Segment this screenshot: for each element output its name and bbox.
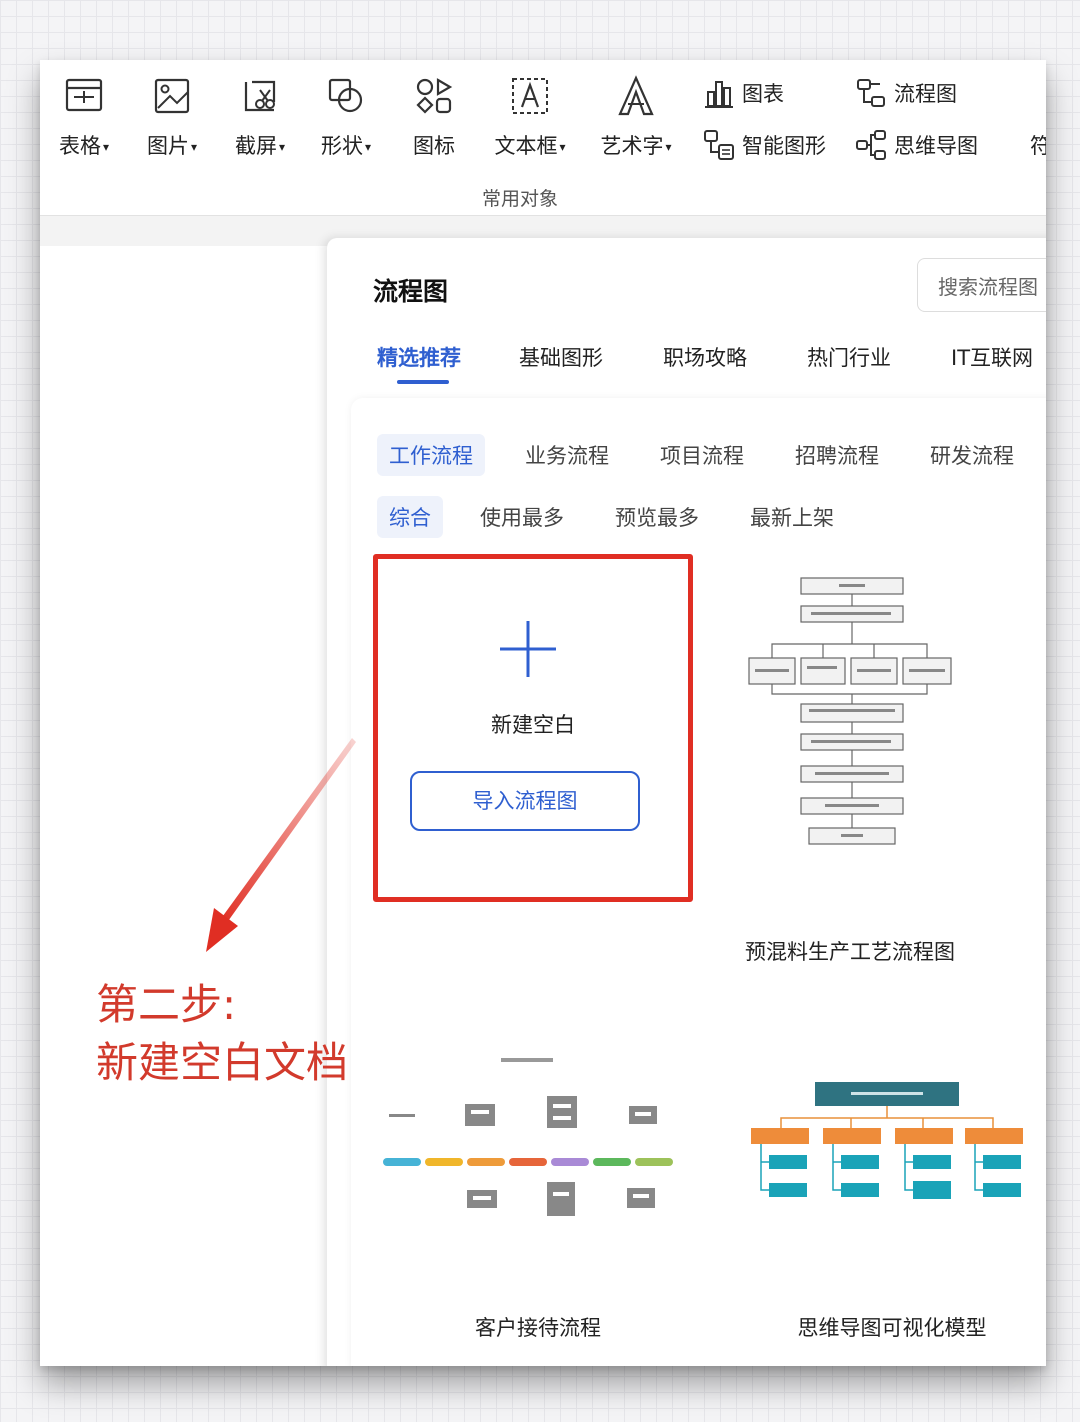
mindmap-button[interactable]: 思维导图 [854,128,978,162]
chevron-down-icon: ▾ [665,140,672,154]
annotation-line-2: 新建空白文档 [96,1038,349,1087]
category-project-flow[interactable]: 项目流程 [648,434,756,476]
table-icon [65,78,103,112]
new-blank-label: 新建空白 [491,713,575,737]
shape-label: 形状 [320,134,363,158]
template-thumbnail-reception[interactable] [383,1058,673,1278]
table-label: 表格 [58,134,101,158]
template-thumbnail-mindmap[interactable] [747,1078,1027,1208]
import-flowchart-button[interactable]: 导入流程图 [410,771,640,831]
template-title-premix[interactable]: 预混料生产工艺流程图 [735,936,965,966]
step-annotation: 第二步: 新建空白文档 [96,976,348,1092]
image-button[interactable]: 图片 ▾ [128,74,216,160]
image-icon [154,78,190,114]
chart-icon [705,81,733,108]
wordart-icon [618,75,654,116]
chevron-down-icon: ▾ [102,140,110,154]
chevron-down-icon: ▾ [278,140,286,154]
ribbon-group-label: 常用对象 [481,188,558,210]
icons-button[interactable]: 图标 [390,74,478,160]
mindmap-label: 思维导图 [894,134,978,158]
tab-hot-industry[interactable]: 热门行业 [807,342,891,372]
sort-most-used[interactable]: 使用最多 [468,496,576,538]
flowchart-button[interactable]: 流程图 [854,76,957,110]
panel-title: 流程图 [373,277,449,306]
annotation-line-1: 第二步: [96,980,237,1029]
tab-workplace[interactable]: 职场攻略 [663,342,747,372]
search-input[interactable]: 搜索流程图 [917,258,1046,312]
sort-overall[interactable]: 综合 [377,496,443,538]
wordart-label: 艺术字 [600,134,664,158]
icons-icon [416,78,453,114]
flowchart-label: 流程图 [894,82,957,106]
red-arrow-icon [206,738,356,952]
screenshot-icon [244,80,276,112]
category-work-flow[interactable]: 工作流程 [377,434,485,476]
template-thumbnail-premix[interactable] [735,572,955,854]
table-button[interactable]: 表格 ▾ [40,74,128,160]
template-title-reception[interactable]: 客户接待流程 [423,1312,653,1342]
tab-selected-recommend[interactable]: 精选推荐 [377,342,461,372]
new-blank-card[interactable]: 新建空白 导入流程图 [373,554,693,902]
textbox-label: 文本框 [494,134,558,158]
icons-label: 图标 [413,134,455,158]
shape-button[interactable]: 形状 ▾ [302,74,390,160]
shape-icon [328,78,363,113]
mindmap-icon [856,130,886,160]
ribbon-toolbar: 表格 ▾ 图片 ▾ 截屏 ▾ 形状 ▾ 图标 文本框 ▾ 艺术字 ▾ 图表 流程… [40,60,1046,216]
wordart-button[interactable]: 艺术字 ▾ [592,74,680,160]
tab-it-internet[interactable]: IT互联网 [951,342,1033,372]
chevron-down-icon: ▾ [559,140,566,154]
sort-newest[interactable]: 最新上架 [738,496,846,538]
chevron-down-icon: ▾ [190,140,198,154]
smartart-button[interactable]: 智能图形 [702,128,826,162]
chevron-down-icon: ▾ [364,140,372,154]
smartart-label: 智能图形 [742,134,826,158]
template-title-mindmap[interactable]: 思维导图可视化模型 [747,1312,1037,1342]
plus-icon [500,621,556,677]
textbox-icon [512,78,548,114]
category-business-flow[interactable]: 业务流程 [513,434,621,476]
sort-most-viewed[interactable]: 预览最多 [603,496,711,538]
smartart-icon [704,130,734,160]
screenshot-button[interactable]: 截屏 ▾ [216,74,304,160]
chart-label: 图表 [742,82,784,106]
textbox-button[interactable]: 文本框 ▾ [486,74,574,160]
flowchart-panel: 流程图 搜索流程图 精选推荐 基础图形 职场攻略 热门行业 IT互联网 工作流程… [327,238,1046,1366]
category-recruit-flow[interactable]: 招聘流程 [783,434,891,476]
image-label: 图片 [146,134,189,158]
search-placeholder: 搜索流程图 [938,275,1038,299]
screenshot-label: 截屏 [234,134,277,158]
category-rd-flow[interactable]: 研发流程 [918,434,1026,476]
cut-off-ribbon-item[interactable]: 符 [1030,130,1046,160]
flowchart-icon [857,79,885,107]
app-window: 表格 ▾ 图片 ▾ 截屏 ▾ 形状 ▾ 图标 文本框 ▾ 艺术字 ▾ 图表 流程… [40,60,1046,1366]
active-tab-indicator [397,380,449,384]
chart-button[interactable]: 图表 [702,76,784,110]
tab-basic-shapes[interactable]: 基础图形 [519,342,603,372]
